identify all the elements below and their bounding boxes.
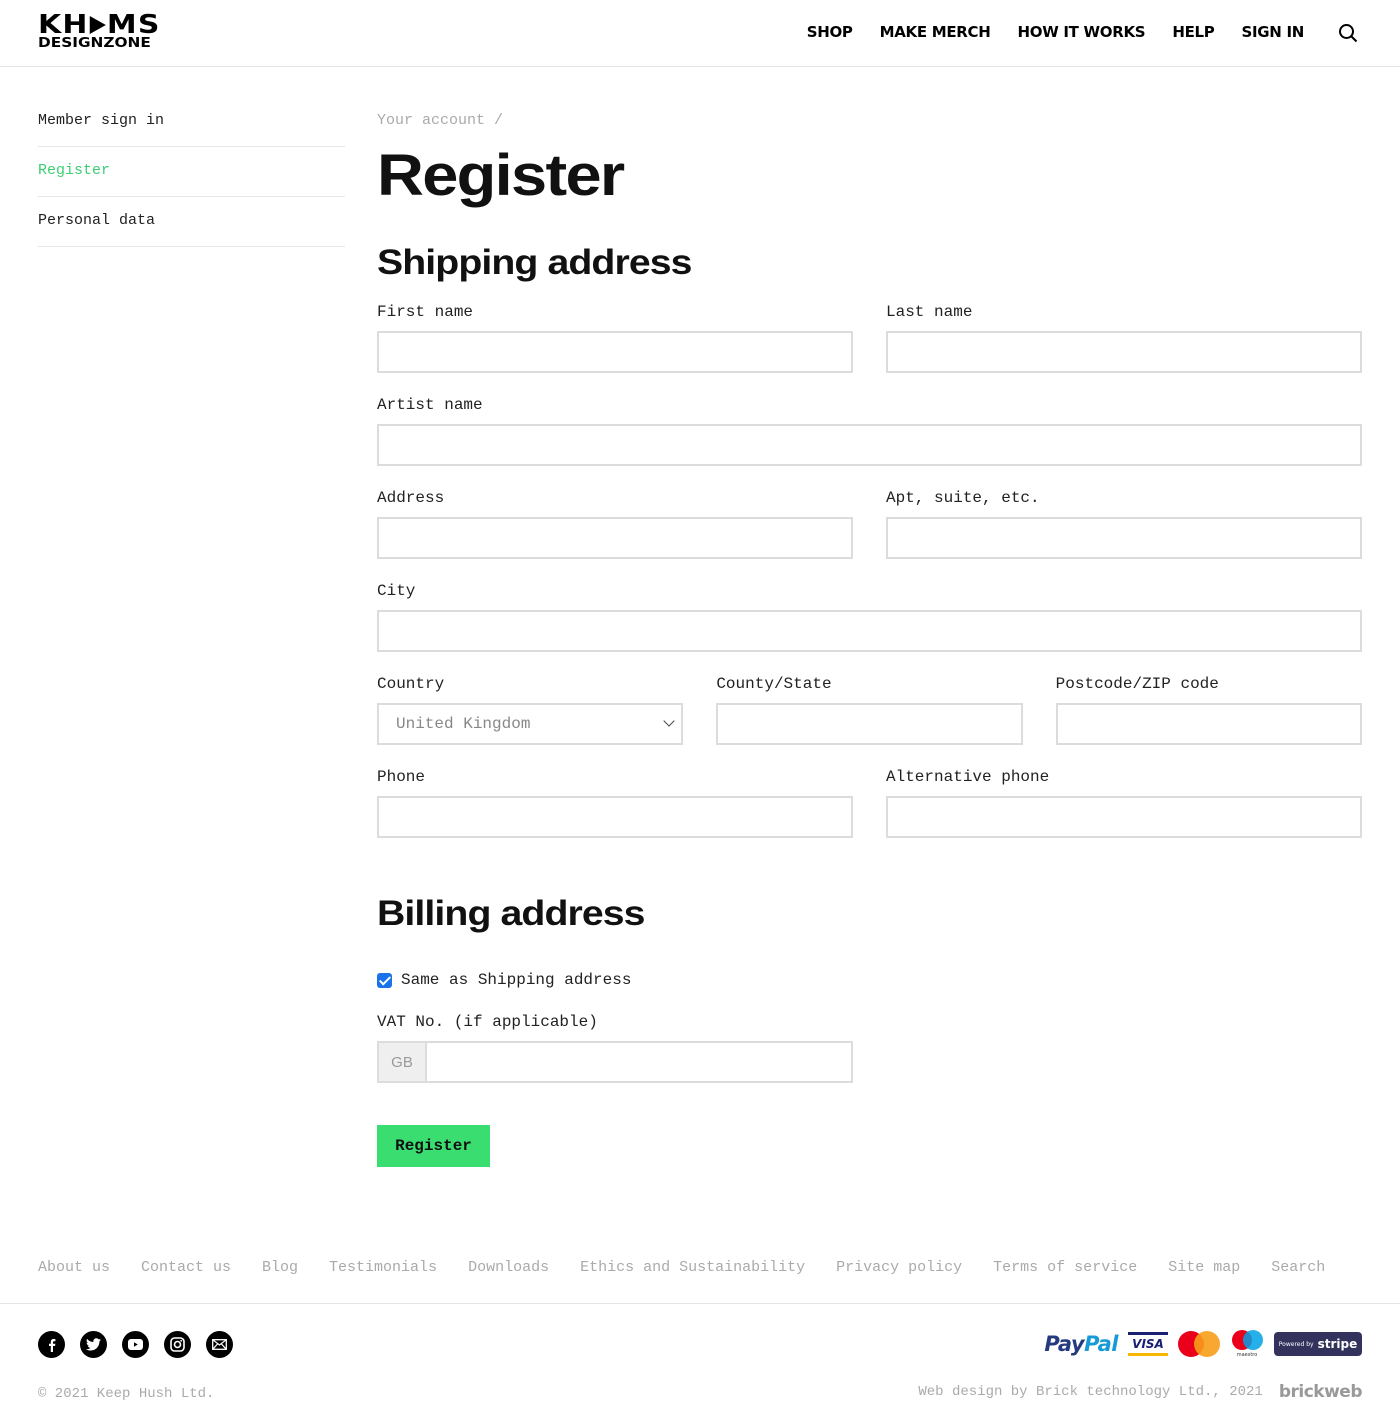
country-select[interactable]: United Kingdom <box>377 703 684 745</box>
shipping-section-title: Shipping address <box>377 243 692 282</box>
city-row: City <box>377 559 1362 652</box>
footer-link-search[interactable]: Search <box>1271 1259 1325 1276</box>
apt-input[interactable] <box>886 517 1362 559</box>
artist-name-label: Artist name <box>377 396 483 414</box>
design-credit: Web design by Brick technology Ltd., 202… <box>918 1382 1362 1402</box>
postcode-field: Postcode/ZIP code <box>1055 652 1362 745</box>
instagram-icon[interactable] <box>164 1331 191 1358</box>
nav-make-merch[interactable]: MAKE MERCH <box>880 23 991 41</box>
page-title: Register <box>377 143 625 208</box>
logo-line-1: KH MS <box>38 10 161 40</box>
paypal-logo: PayPal <box>1044 1332 1118 1356</box>
first-name-field: First name <box>377 280 853 373</box>
logo[interactable]: KH MS DESIGNZONE <box>38 12 159 50</box>
postcode-input[interactable] <box>1055 703 1362 745</box>
sidebar-item-register[interactable]: Register <box>38 147 345 197</box>
play-icon <box>89 16 106 34</box>
address-field: Address <box>377 466 853 559</box>
footer-link-contact-us[interactable]: Contact us <box>141 1259 231 1276</box>
region-row: Country United Kingdom County/State Post… <box>377 652 1362 745</box>
city-label: City <box>377 582 416 600</box>
visa-logo: VISA <box>1128 1332 1168 1356</box>
mastercard-logo <box>1178 1331 1220 1357</box>
main-nav: SHOP MAKE MERCH HOW IT WORKS HELP SIGN I… <box>807 23 1305 41</box>
footer-link-ethics[interactable]: Ethics and Sustainability <box>580 1259 805 1276</box>
twitter-icon[interactable] <box>80 1331 107 1358</box>
footer-link-terms[interactable]: Terms of service <box>993 1259 1137 1276</box>
county-field: County/State <box>716 652 1023 745</box>
same-as-shipping-label[interactable]: Same as Shipping address <box>401 971 631 989</box>
youtube-icon[interactable] <box>122 1331 149 1358</box>
phone-label: Phone <box>377 768 426 786</box>
alt-phone-label: Alternative phone <box>886 768 1050 786</box>
postcode-label: Postcode/ZIP code <box>1055 675 1219 693</box>
vat-input[interactable] <box>427 1043 851 1081</box>
register-form: Your account / Register Shipping address… <box>377 97 1362 1167</box>
billing-section-title: Billing address <box>377 894 645 933</box>
vat-label: VAT No. (if applicable) <box>377 1013 598 1031</box>
account-sidebar: Member sign in Register Personal data <box>38 97 345 247</box>
country-label: Country <box>377 675 445 693</box>
search-icon[interactable] <box>1338 23 1358 43</box>
footer-links: About us Contact us Blog Testimonials Do… <box>38 1259 1325 1276</box>
phone-field: Phone <box>377 745 853 838</box>
nav-sign-in[interactable]: SIGN IN <box>1241 23 1304 41</box>
address-row: Address Apt, suite, etc. <box>377 466 1362 559</box>
last-name-label: Last name <box>886 303 973 321</box>
payment-methods: PayPal VISA maestro Powered by stripe <box>1044 1330 1362 1358</box>
nav-how-it-works[interactable]: HOW IT WORKS <box>1018 23 1146 41</box>
first-name-input[interactable] <box>377 331 853 373</box>
register-button[interactable]: Register <box>377 1125 490 1167</box>
site-header: KH MS DESIGNZONE SHOP MAKE MERCH HOW IT W… <box>0 0 1400 67</box>
stripe-badge: Powered by stripe <box>1274 1332 1362 1356</box>
first-name-label: First name <box>377 303 474 321</box>
brickweb-logo[interactable]: brickweb <box>1279 1382 1363 1402</box>
sidebar-item-member-sign-in[interactable]: Member sign in <box>38 97 345 147</box>
last-name-field: Last name <box>886 280 1362 373</box>
county-label: County/State <box>716 675 832 693</box>
copyright: © 2021 Keep Hush Ltd. <box>38 1386 215 1402</box>
vat-input-group: GB <box>377 1041 853 1083</box>
apt-field: Apt, suite, etc. <box>886 466 1362 559</box>
country-field: Country United Kingdom <box>377 652 684 745</box>
facebook-icon[interactable] <box>38 1331 65 1358</box>
phone-row: Phone Alternative phone <box>377 745 1362 838</box>
same-as-shipping-checkbox-row[interactable]: Same as Shipping address <box>377 971 1362 989</box>
breadcrumb[interactable]: Your account / <box>377 112 1362 129</box>
footer-link-blog[interactable]: Blog <box>262 1259 298 1276</box>
last-name-input[interactable] <box>886 331 1362 373</box>
maestro-logo: maestro <box>1230 1330 1264 1358</box>
address-input[interactable] <box>377 517 853 559</box>
footer-link-privacy[interactable]: Privacy policy <box>836 1259 962 1276</box>
name-row: First name Last name <box>377 280 1362 373</box>
artist-row: Artist name <box>377 373 1362 466</box>
artist-name-field: Artist name <box>377 373 1362 466</box>
city-input[interactable] <box>377 610 1362 652</box>
phone-input[interactable] <box>377 796 853 838</box>
logo-line-2: DESIGNZONE <box>38 36 151 51</box>
nav-help[interactable]: HELP <box>1172 23 1214 41</box>
design-credit-text: Web design by Brick technology Ltd., 202… <box>918 1384 1263 1400</box>
footer-link-about-us[interactable]: About us <box>38 1259 110 1276</box>
footer-link-site-map[interactable]: Site map <box>1168 1259 1240 1276</box>
artist-name-input[interactable] <box>377 424 1362 466</box>
footer-link-testimonials[interactable]: Testimonials <box>329 1259 437 1276</box>
footer-divider <box>0 1303 1400 1304</box>
alt-phone-field: Alternative phone <box>886 745 1362 838</box>
county-input[interactable] <box>716 703 1023 745</box>
vat-prefix: GB <box>379 1043 427 1081</box>
address-label: Address <box>377 489 445 507</box>
same-as-shipping-checkbox[interactable] <box>377 972 392 988</box>
email-icon[interactable] <box>206 1331 233 1358</box>
city-field: City <box>377 559 1362 652</box>
sidebar-item-personal-data[interactable]: Personal data <box>38 197 345 247</box>
footer-link-downloads[interactable]: Downloads <box>468 1259 549 1276</box>
alt-phone-input[interactable] <box>886 796 1362 838</box>
social-links <box>38 1331 233 1358</box>
nav-shop[interactable]: SHOP <box>807 23 853 41</box>
country-select-wrap: United Kingdom <box>377 703 684 745</box>
apt-label: Apt, suite, etc. <box>886 489 1040 507</box>
